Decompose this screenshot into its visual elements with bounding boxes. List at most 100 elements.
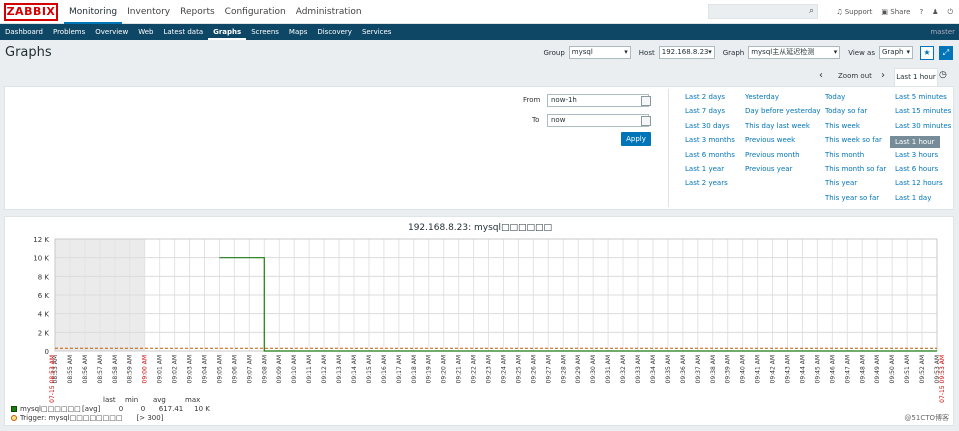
- quick-range-link[interactable]: Today so far: [825, 107, 886, 121]
- x-tick-label: 09:37 AM: [695, 355, 702, 383]
- graph-select[interactable]: mysql主从延迟检测: [748, 46, 841, 59]
- quick-range-link[interactable]: Previous week: [745, 136, 821, 150]
- quick-range-link[interactable]: Last 6 hours: [890, 165, 951, 179]
- calendar-icon[interactable]: [641, 96, 651, 106]
- x-tick-label: 09:24 AM: [500, 355, 507, 383]
- host-select[interactable]: 192.168.8.23: [658, 46, 715, 59]
- quick-range-link[interactable]: This month: [825, 151, 886, 165]
- quick-range-link[interactable]: Last 12 hours: [890, 179, 951, 193]
- apply-button[interactable]: Apply: [621, 132, 651, 146]
- support-link[interactable]: ♫ Support: [836, 8, 872, 16]
- quick-range-selected[interactable]: Last 1 hour: [890, 136, 940, 149]
- quick-range-link[interactable]: This week: [825, 122, 886, 136]
- time-filter-panel: From now-1h To now Apply Last 2 days Las…: [4, 86, 954, 210]
- nav-inventory[interactable]: Inventory: [122, 0, 175, 24]
- x-tick-label: 09:04 AM: [201, 355, 208, 383]
- group-select[interactable]: mysql: [568, 46, 631, 59]
- series-swatch: [11, 405, 17, 412]
- quick-range-link[interactable]: This week so far: [825, 136, 886, 150]
- subnav-discovery[interactable]: Discovery: [312, 24, 357, 40]
- x-tick-label: 09:42 AM: [770, 355, 777, 383]
- quick-range-link[interactable]: Last 15 minutes: [890, 107, 951, 121]
- search-icon[interactable]: ⌕: [809, 6, 814, 16]
- quick-ranges-col-1: Last 2 days Last 7 days Last 30 days Las…: [685, 93, 735, 194]
- subnav-latest-data[interactable]: Latest data: [158, 24, 208, 40]
- x-tick-label: 09:16 AM: [381, 355, 388, 383]
- quick-range-link[interactable]: Last 2 days: [685, 93, 735, 107]
- trigger-condition: [> 300]: [136, 413, 164, 422]
- quick-range-link[interactable]: Day before yesterday: [745, 107, 821, 121]
- quick-range-link[interactable]: Last 3 months: [685, 136, 735, 150]
- quick-range-link[interactable]: Last 1 year: [685, 165, 735, 179]
- view-as-label: View as: [848, 48, 875, 57]
- x-tick-label: 09:05 AM: [216, 355, 223, 383]
- power-icon[interactable]: ⏻: [947, 8, 953, 17]
- x-tick-label: 09:12 AM: [321, 355, 328, 383]
- subnav-services[interactable]: Services: [357, 24, 397, 40]
- quick-range-link[interactable]: Last 30 minutes: [890, 122, 951, 136]
- clock-icon[interactable]: ◷: [939, 70, 947, 80]
- subnav-overview[interactable]: Overview: [90, 24, 133, 40]
- nav-reports[interactable]: Reports: [175, 0, 220, 24]
- y-tick-label: 6 K: [38, 292, 50, 300]
- x-tick-label: 08:56 AM: [82, 355, 89, 383]
- subnav-maps[interactable]: Maps: [284, 24, 312, 40]
- x-tick-label: 09:43 AM: [785, 355, 792, 383]
- x-tick-label: 09:01 AM: [157, 355, 164, 383]
- quick-range-link[interactable]: Previous year: [745, 165, 821, 179]
- quick-range-link[interactable]: This day last week: [745, 122, 821, 136]
- subnav-screens[interactable]: Screens: [246, 24, 284, 40]
- quick-range-link[interactable]: This year so far: [825, 194, 886, 208]
- quick-range-link[interactable]: Last 5 minutes: [890, 93, 951, 107]
- quick-range-link[interactable]: Last 30 days: [685, 122, 735, 136]
- quick-range-link[interactable]: Last 1 day: [890, 194, 951, 208]
- quick-range-link[interactable]: Today: [825, 93, 886, 107]
- time-back-icon[interactable]: ‹: [819, 70, 823, 81]
- x-tick-label: 09:22 AM: [471, 355, 478, 383]
- nav-configuration[interactable]: Configuration: [220, 0, 291, 24]
- calendar-icon[interactable]: [641, 116, 651, 126]
- subnav-graphs[interactable]: Graphs: [208, 24, 247, 40]
- time-forward-icon[interactable]: ›: [881, 70, 885, 81]
- host-label: Host: [638, 48, 655, 57]
- search-input[interactable]: ⌕: [708, 4, 818, 19]
- x-tick-label: 09:30 AM: [590, 355, 597, 383]
- quick-ranges-col-2: Yesterday Day before yesterday This day …: [745, 93, 821, 179]
- quick-range-link[interactable]: Last 6 months: [685, 151, 735, 165]
- graph-legend: last min avg max mysql□□□□□□ [avg] 0 0 6…: [11, 395, 216, 422]
- zabbix-logo[interactable]: ZABBIX: [4, 3, 58, 21]
- quick-range-link[interactable]: Yesterday: [745, 93, 821, 107]
- favourite-star-icon[interactable]: ★: [920, 46, 934, 60]
- series-name: mysql□□□□□□: [20, 404, 81, 413]
- top-links: ♫ Support ▣ Share ? ♟ ⏻: [836, 0, 953, 24]
- x-tick-label: 09:03 AM: [187, 355, 194, 383]
- x-tick-label: 09:47 AM: [844, 355, 851, 383]
- main-nav: Monitoring Inventory Reports Configurati…: [64, 0, 367, 24]
- legend-series: mysql□□□□□□ [avg] 0 0 617.41 10 K: [11, 404, 216, 413]
- quick-range-link[interactable]: Previous month: [745, 151, 821, 165]
- subnav-problems[interactable]: Problems: [48, 24, 90, 40]
- subnav-dashboard[interactable]: Dashboard: [0, 24, 48, 40]
- quick-range-link[interactable]: This year: [825, 179, 886, 193]
- fullscreen-icon[interactable]: ⤢: [939, 46, 953, 60]
- from-input[interactable]: now-1h: [547, 94, 649, 107]
- quick-range-link[interactable]: Last 3 hours: [890, 151, 951, 165]
- graph-filters: Group mysql Host 192.168.8.23 Graph mysq…: [543, 46, 913, 59]
- help-link[interactable]: ?: [919, 8, 923, 16]
- quick-range-link[interactable]: Last 7 days: [685, 107, 735, 121]
- time-range-tab[interactable]: Last 1 hour: [894, 68, 938, 86]
- user-icon[interactable]: ♟: [932, 8, 938, 16]
- view-as-select[interactable]: Graph: [879, 46, 913, 59]
- nav-monitoring[interactable]: Monitoring: [64, 0, 123, 24]
- to-input[interactable]: now: [547, 114, 649, 127]
- quick-range-link[interactable]: Last 2 years: [685, 179, 735, 193]
- x-tick-label: 08:59 AM: [127, 355, 134, 383]
- subnav-web[interactable]: Web: [133, 24, 158, 40]
- zoom-out-button[interactable]: Zoom out: [838, 72, 872, 80]
- legend-header: last min avg max: [103, 395, 201, 404]
- nav-administration[interactable]: Administration: [291, 0, 367, 24]
- share-link[interactable]: ▣ Share: [881, 8, 910, 16]
- x-tick-label: 09:38 AM: [710, 355, 717, 383]
- quick-range-link[interactable]: This month so far: [825, 165, 886, 179]
- x-tick-label: 09:18 AM: [411, 355, 418, 383]
